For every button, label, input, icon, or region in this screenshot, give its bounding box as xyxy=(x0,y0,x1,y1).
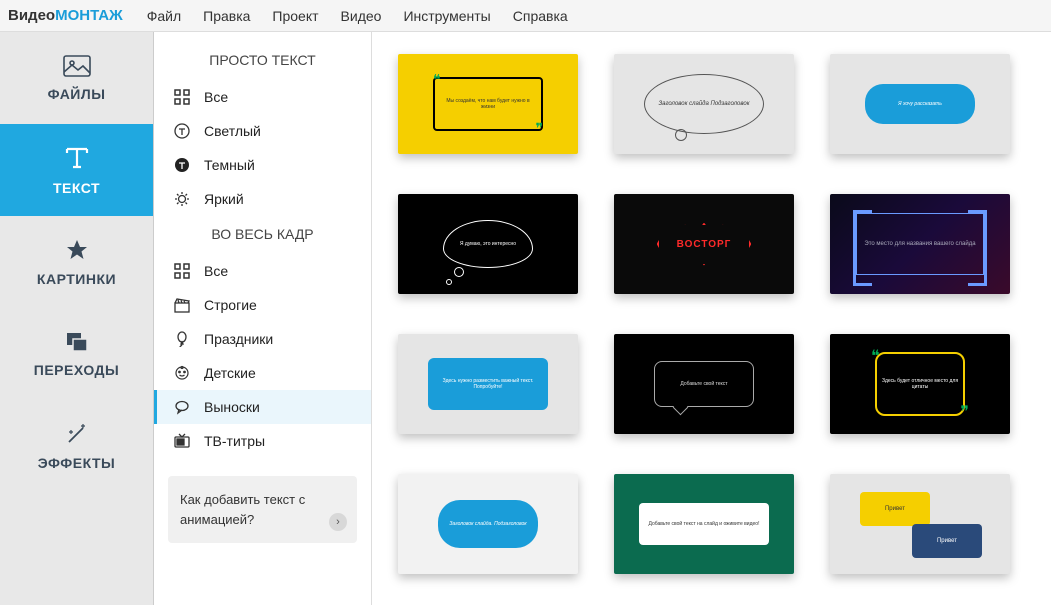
cat-all-full[interactable]: Все xyxy=(154,254,371,288)
cat-label: Строгие xyxy=(204,297,257,313)
menu-video[interactable]: Видео xyxy=(341,8,382,24)
template-thumb[interactable]: Я хочу рассказать xyxy=(830,54,1010,154)
template-thumb[interactable]: Здесь нужно разместить важный текст. Поп… xyxy=(398,334,578,434)
tab-files[interactable]: ФАЙЛЫ xyxy=(0,32,153,124)
cat-tv[interactable]: ТВ-титры xyxy=(154,424,371,458)
tab-text[interactable]: ТЕКСТ xyxy=(0,124,153,216)
menu-bar: ВидеоМОНТАЖ Файл Правка Проект Видео Инс… xyxy=(0,0,1051,32)
menu-tools[interactable]: Инструменты xyxy=(403,8,490,24)
cat-label: Все xyxy=(204,263,228,279)
cat-label: Детские xyxy=(204,365,256,381)
template-thumb[interactable]: Я думаю, это интересно xyxy=(398,194,578,294)
layers-icon xyxy=(65,331,89,356)
cat-bright[interactable]: Яркий xyxy=(154,182,371,216)
chevron-right-icon: › xyxy=(329,513,347,531)
cat-holidays[interactable]: Праздники xyxy=(154,322,371,356)
template-thumb[interactable]: Заголовок слайда Подзаголовок xyxy=(614,54,794,154)
grid-icon xyxy=(172,263,192,279)
cat-label: ТВ-титры xyxy=(204,433,265,449)
baby-icon xyxy=(172,365,192,381)
template-thumb[interactable]: Заголовок слайда. Подзаголовок xyxy=(398,474,578,574)
section-header-simple: ПРОСТО ТЕКСТ xyxy=(154,42,371,80)
sun-icon xyxy=(172,191,192,207)
tab-pictures[interactable]: КАРТИНКИ xyxy=(0,216,153,308)
cat-label: Праздники xyxy=(204,331,273,347)
cat-light[interactable]: Светлый xyxy=(154,114,371,148)
help-hint[interactable]: Как добавить текст с анимацией? › xyxy=(168,476,357,543)
template-thumb[interactable]: Добавьте свой текст на слайд и оживите в… xyxy=(614,474,794,574)
menu-edit[interactable]: Правка xyxy=(203,8,250,24)
cat-kids[interactable]: Детские xyxy=(154,356,371,390)
template-thumb[interactable]: ВОСТОРГ xyxy=(614,194,794,294)
grid-icon xyxy=(172,89,192,105)
balloon-icon xyxy=(172,331,192,347)
speech-bubble-icon xyxy=(172,399,192,415)
cat-dark[interactable]: Темный xyxy=(154,148,371,182)
menu-help[interactable]: Справка xyxy=(513,8,568,24)
cat-callouts[interactable]: Выноски xyxy=(154,390,371,424)
template-thumb[interactable]: Мы создаём, что нам будет нужно в жизни xyxy=(398,54,578,154)
cat-label: Яркий xyxy=(204,191,244,207)
sidebar-tabs: ФАЙЛЫ ТЕКСТ КАРТИНКИ ПЕРЕХОДЫ ЭФФЕКТЫ xyxy=(0,32,154,605)
tab-effects[interactable]: ЭФФЕКТЫ xyxy=(0,400,153,492)
menu-file[interactable]: Файл xyxy=(147,8,181,24)
cat-strict[interactable]: Строгие xyxy=(154,288,371,322)
template-thumb[interactable]: Здесь будет отличное место для цитаты xyxy=(830,334,1010,434)
template-thumb[interactable]: Добавьте свой текст xyxy=(614,334,794,434)
template-gallery: Мы создаём, что нам будет нужно в жизни … xyxy=(372,32,1051,605)
clapper-icon xyxy=(172,297,192,313)
tab-transitions[interactable]: ПЕРЕХОДЫ xyxy=(0,308,153,400)
text-icon xyxy=(63,145,91,174)
circle-t-outline-icon xyxy=(172,123,192,139)
menu-project[interactable]: Проект xyxy=(272,8,318,24)
wand-icon xyxy=(65,422,89,449)
tv-icon xyxy=(172,433,192,449)
template-thumb[interactable]: Привет Привет xyxy=(830,474,1010,574)
section-header-full: ВО ВЕСЬ КАДР xyxy=(154,216,371,254)
image-icon xyxy=(63,55,91,80)
template-thumb[interactable]: Это место для названия вашего слайда xyxy=(830,194,1010,294)
category-panel: ПРОСТО ТЕКСТ Все Светлый Темный Яркий ВО… xyxy=(154,32,372,605)
star-icon xyxy=(65,238,89,265)
circle-t-filled-icon xyxy=(172,157,192,173)
app-logo: ВидеоМОНТАЖ xyxy=(8,7,123,24)
cat-label: Все xyxy=(204,89,228,105)
cat-label: Выноски xyxy=(204,399,260,415)
cat-label: Светлый xyxy=(204,123,261,139)
cat-all[interactable]: Все xyxy=(154,80,371,114)
cat-label: Темный xyxy=(204,157,255,173)
